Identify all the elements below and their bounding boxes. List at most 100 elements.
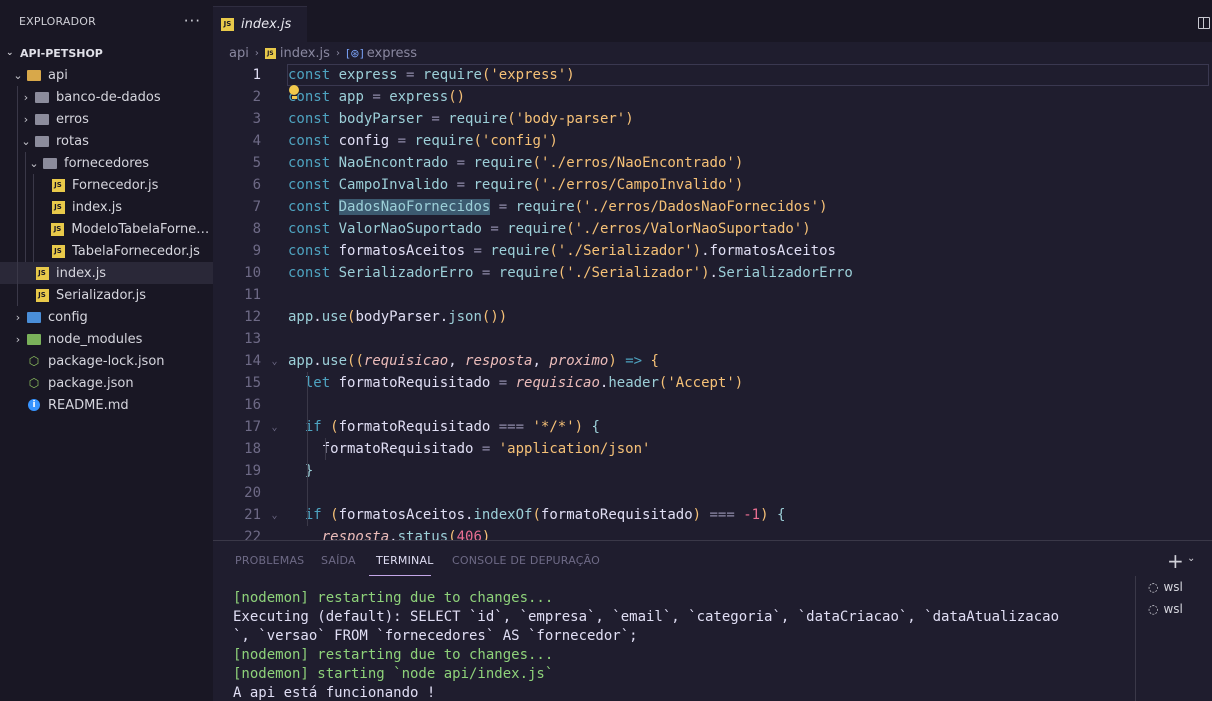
code-line[interactable]: 15 let formatoRequisitado = requisicao.h… xyxy=(213,372,1212,394)
code-line[interactable]: 19 } xyxy=(213,460,1212,482)
terminal-name: wsl xyxy=(1163,580,1183,594)
tree-item-node-modules[interactable]: › node_modules xyxy=(0,328,213,350)
line-number: 7 xyxy=(252,199,261,215)
more-actions-icon[interactable]: ··· xyxy=(184,12,201,30)
code-text: const DadosNaoFornecidos = require('./er… xyxy=(288,199,828,215)
code-editor[interactable]: 1 const express = require('express') 2 c… xyxy=(213,64,1212,540)
line-number: 8 xyxy=(252,221,261,237)
tree-item-rotas[interactable]: ⌄ rotas xyxy=(0,130,213,152)
code-line[interactable]: 11 xyxy=(213,284,1212,306)
linux-icon: ◌ xyxy=(1148,580,1159,594)
breadcrumb: api › JS index.js › [⊛] express xyxy=(213,42,1212,64)
tree-item-serializador-js[interactable]: JS Serializador.js xyxy=(0,284,213,306)
tab-index-js[interactable]: JS index.js xyxy=(213,6,307,42)
breadcrumb-file[interactable]: index.js xyxy=(280,46,330,61)
tree-item-fornecedor-js[interactable]: JS Fornecedor.js xyxy=(0,174,213,196)
code-line[interactable]: 16 xyxy=(213,394,1212,416)
code-line[interactable]: 4 const config = require('config') xyxy=(213,130,1212,152)
code-line[interactable]: 8 const ValorNaoSuportado = require('./e… xyxy=(213,218,1212,240)
terminal-line: Executing (default): SELECT `id`, `empre… xyxy=(233,609,1060,625)
tree-indent-guide xyxy=(33,240,34,262)
tree-item-package-json[interactable]: ⬡ package.json xyxy=(0,372,213,394)
tree-item-config[interactable]: › config xyxy=(0,306,213,328)
code-text: formatoRequisitado = 'application/json' xyxy=(288,441,651,457)
tree-item-readme-md[interactable]: i README.md xyxy=(0,394,213,416)
code-line[interactable]: 6 const CampoInvalido = require('./erros… xyxy=(213,174,1212,196)
code-text: if (formatoRequisitado === '*/*') { xyxy=(304,419,600,435)
editor-tab-bar: JS index.js xyxy=(213,0,1212,42)
terminal-item-wsl[interactable]: ◌ wsl xyxy=(1136,576,1212,598)
code-line[interactable]: 12 app.use(bodyParser.json()) xyxy=(213,306,1212,328)
breadcrumb-symbol[interactable]: express xyxy=(367,46,417,61)
code-line[interactable]: 9 const formatosAceitos = require('./Ser… xyxy=(213,240,1212,262)
line-number: 5 xyxy=(252,155,261,171)
tree-indent-guide xyxy=(33,196,34,218)
chevron-down-icon[interactable]: ⌄ xyxy=(1187,553,1195,564)
tree-indent-guide xyxy=(17,196,18,218)
tab-output[interactable]: SAÍDA xyxy=(321,554,356,567)
tree-indent-guide xyxy=(33,218,34,240)
tree-item-api[interactable]: ⌄ api xyxy=(0,64,213,86)
code-line[interactable]: 20 xyxy=(213,482,1212,504)
line-number: 14 xyxy=(244,353,261,369)
code-text: app.use(bodyParser.json()) xyxy=(288,309,508,325)
tab-terminal[interactable]: TERMINAL xyxy=(376,554,434,567)
js-file-icon: JS xyxy=(50,200,66,214)
terminal-output[interactable]: [nodemon] restarting due to changes... E… xyxy=(233,589,1133,701)
tree-item-erros[interactable]: › erros xyxy=(0,108,213,130)
code-text: const ValorNaoSuportado = require('./err… xyxy=(288,221,811,237)
folder-icon xyxy=(34,112,50,126)
tab-debug-console[interactable]: CONSOLE DE DEPURAÇÃO xyxy=(452,554,600,567)
tree-item-label: api xyxy=(48,67,68,83)
line-number: 3 xyxy=(252,111,261,127)
tree-item-index-js[interactable]: JS index.js xyxy=(0,196,213,218)
code-line[interactable]: 18 formatoRequisitado = 'application/jso… xyxy=(213,438,1212,460)
fold-chevron-icon[interactable]: ⌄ xyxy=(261,510,288,521)
line-number: 13 xyxy=(244,331,261,347)
breadcrumb-folder[interactable]: api xyxy=(229,46,249,61)
code-text: const express = require('express') xyxy=(288,67,575,83)
code-line[interactable]: 21 ⌄ if (formatosAceitos.indexOf(formatoR… xyxy=(213,504,1212,526)
tree-item-tabelafornecedor-js[interactable]: JS TabelaFornecedor.js xyxy=(0,240,213,262)
explorer-sidebar: EXPLORADOR ··· ⌄ API-PETSHOP ⌄ api › banco-… xyxy=(0,0,213,701)
code-line[interactable]: 22 resposta.status(406) xyxy=(213,526,1212,540)
file-tree: ⌄ api › banco-de-dados › erros ⌄ rotas ⌄ forneced… xyxy=(0,64,213,416)
code-line[interactable]: 13 xyxy=(213,328,1212,350)
code-line[interactable]: 17 ⌄ if (formatoRequisitado === '*/*') { xyxy=(213,416,1212,438)
fold-chevron-icon[interactable]: ⌄ xyxy=(261,356,288,367)
line-number: 11 xyxy=(244,287,261,303)
code-line[interactable]: 7 const DadosNaoFornecidos = require('./… xyxy=(213,196,1212,218)
line-number: 18 xyxy=(244,441,261,457)
tree-item-label: index.js xyxy=(56,265,107,281)
js-file-icon: JS xyxy=(50,222,66,236)
lightbulb-icon[interactable] xyxy=(289,85,299,99)
code-line[interactable]: 2 const app = express() xyxy=(213,86,1212,108)
tree-item-banco-de-dados[interactable]: › banco-de-dados xyxy=(0,86,213,108)
split-editor-icon[interactable] xyxy=(1198,17,1210,29)
terminal-line: A api está funcionando ! xyxy=(233,685,436,701)
code-line[interactable]: 3 const bodyParser = require('body-parse… xyxy=(213,108,1212,130)
tree-item-index-js[interactable]: JS index.js xyxy=(0,262,213,284)
code-line[interactable]: 1 const express = require('express') xyxy=(213,64,1212,86)
tree-item-label: Serializador.js xyxy=(56,287,147,303)
line-number: 6 xyxy=(252,177,261,193)
tree-indent-guide xyxy=(25,174,26,196)
tree-item-fornecedores[interactable]: ⌄ fornecedores xyxy=(0,152,213,174)
tree-indent-guide xyxy=(17,174,18,196)
tab-problems[interactable]: PROBLEMAS xyxy=(235,554,304,567)
code-line[interactable]: 14 ⌄ app.use((requisicao, resposta, proxi… xyxy=(213,350,1212,372)
linux-icon: ◌ xyxy=(1148,602,1159,616)
tree-indent-guide xyxy=(17,86,18,108)
fold-chevron-icon[interactable]: ⌄ xyxy=(261,422,288,433)
tree-indent-guide xyxy=(17,108,18,130)
code-line[interactable]: 10 const SerializadorErro = require('./S… xyxy=(213,262,1212,284)
code-line[interactable]: 5 const NaoEncontrado = require('./erros… xyxy=(213,152,1212,174)
tree-item-modelotabelafornec[interactable]: JS ModeloTabelaFornec... xyxy=(0,218,213,240)
code-text: resposta.status(406) xyxy=(321,529,491,540)
code-text: if (formatosAceitos.indexOf(formatoRequi… xyxy=(304,507,786,523)
terminal-item-wsl[interactable]: ◌ wsl xyxy=(1136,598,1212,620)
js-file-icon: JS xyxy=(221,18,234,31)
project-header[interactable]: ⌄ API-PETSHOP xyxy=(0,42,213,64)
tree-item-package-lock-json[interactable]: ⬡ package-lock.json xyxy=(0,350,213,372)
add-terminal-icon[interactable]: + xyxy=(1167,549,1184,573)
